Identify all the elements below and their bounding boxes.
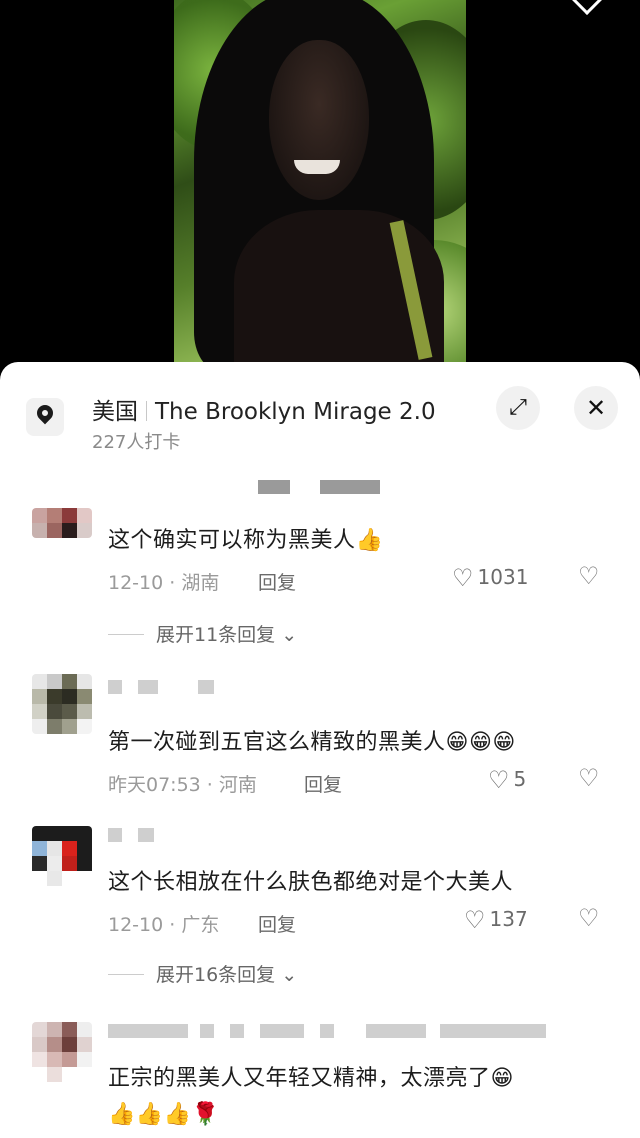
location-header[interactable]: 美国 The Brooklyn Mirage 2.0 227人打卡 ⤢ ✕ [0, 362, 640, 472]
blurred-username [108, 828, 122, 842]
expand-icon[interactable]: ⤢ [496, 386, 540, 430]
comment-item: 正宗的黑美人又年轻又精神，太漂亮了😁 👍👍👍🌹 [0, 1022, 640, 1138]
like-count: 5 [513, 767, 527, 791]
comment-item: 这个确实可以称为黑美人👍 12-10 · 湖南 回复 ♡ 1031 ♡ 展开11条… [0, 508, 640, 658]
avatar[interactable] [32, 674, 92, 734]
blurred-username [108, 1024, 188, 1038]
emoji: 👍 [355, 528, 384, 553]
chevron-down-icon: ⌄ [281, 964, 298, 986]
emoji: 😁 [490, 1066, 514, 1091]
location-venue: The Brooklyn Mirage 2.0 [155, 399, 436, 425]
emoji: 😁😁😁 [445, 730, 516, 755]
checkin-count: 227人打卡 [92, 432, 181, 453]
comment-item: 这个长相放在什么肤色都绝对是个大美人 12-10 · 广东 回复 ♡ 137 ♡ … [0, 826, 640, 996]
dislike-icon[interactable]: ♡ [578, 562, 600, 590]
dislike-icon[interactable]: ♡ [578, 764, 600, 792]
reply-button[interactable]: 回复 [258, 910, 296, 937]
like-button[interactable]: ♡ 1031 [452, 564, 528, 592]
reply-button[interactable]: 回复 [304, 770, 342, 797]
avatar[interactable] [32, 508, 92, 538]
comment-meta: 昨天07:53 · 河南 [108, 774, 257, 796]
comment-text: 这个确实可以称为黑美人👍 [108, 528, 384, 553]
location-pin-icon [26, 398, 64, 436]
close-icon[interactable]: ✕ [574, 386, 618, 430]
blurred-username [108, 680, 122, 694]
heart-icon: ♡ [452, 564, 474, 592]
location-country: 美国 [92, 399, 138, 425]
blurred-text [258, 480, 290, 494]
post-photo[interactable] [174, 0, 466, 362]
comments-sheet: 美国 The Brooklyn Mirage 2.0 227人打卡 ⤢ ✕ 这个确… [0, 362, 640, 1138]
avatar[interactable] [32, 826, 92, 886]
expand-replies-button[interactable]: 展开16条回复 ⌄ [108, 960, 297, 987]
like-count: 1031 [477, 565, 529, 589]
blurred-text [320, 480, 380, 494]
comment-meta: 12-10 · 广东 [108, 914, 220, 936]
chevron-down-icon: ⌄ [281, 624, 298, 646]
comment-text: 第一次碰到五官这么精致的黑美人😁😁😁 [108, 730, 516, 755]
dislike-icon[interactable]: ♡ [578, 904, 600, 932]
like-count: 137 [489, 907, 528, 931]
like-button[interactable]: ♡ 5 [488, 766, 526, 794]
location-title[interactable]: 美国 The Brooklyn Mirage 2.0 [92, 392, 436, 426]
comment-text: 这个长相放在什么肤色都绝对是个大美人 [108, 870, 514, 895]
more-arrow-icon[interactable] [570, 0, 604, 15]
heart-icon: ♡ [488, 766, 510, 794]
comment-item: 第一次碰到五官这么精致的黑美人😁😁😁 昨天07:53 · 河南 回复 ♡ 5 ♡ [0, 674, 640, 804]
comment-text-line2: 👍👍👍🌹 [108, 1102, 220, 1127]
comment-text: 正宗的黑美人又年轻又精神，太漂亮了😁 [108, 1066, 514, 1091]
avatar[interactable] [32, 1022, 92, 1082]
divider [146, 401, 147, 421]
video-area[interactable] [0, 0, 640, 380]
heart-icon: ♡ [464, 906, 486, 934]
like-button[interactable]: ♡ 137 [464, 906, 528, 934]
expand-replies-button[interactable]: 展开11条回复 ⌄ [108, 620, 297, 647]
comment-meta: 12-10 · 湖南 [108, 572, 220, 594]
reply-button[interactable]: 回复 [258, 568, 296, 595]
